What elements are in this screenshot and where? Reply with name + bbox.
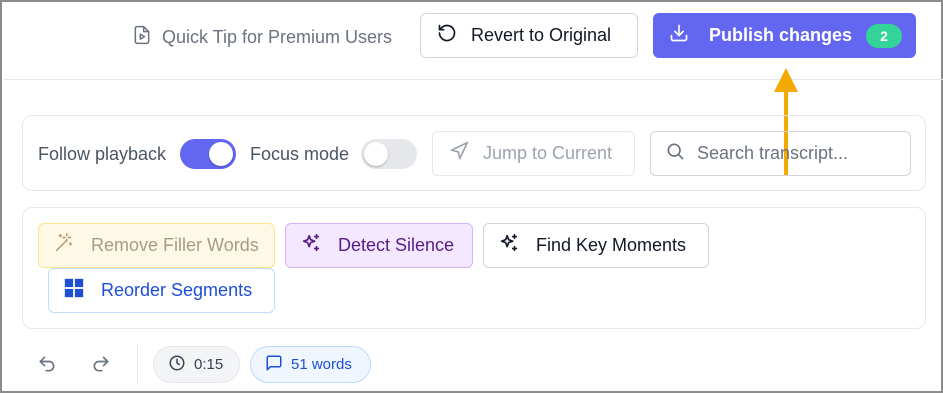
find-key-moments-button[interactable]: Find Key Moments: [483, 223, 709, 268]
navigation-icon: [449, 141, 469, 166]
undo-icon[interactable]: [37, 354, 57, 374]
word-count-pill: 51 words: [250, 346, 371, 383]
file-play-icon: [132, 25, 152, 50]
changes-count-badge: 2: [866, 24, 902, 48]
clock-icon: [168, 354, 186, 376]
reorder-segments-label: Reorder Segments: [101, 280, 253, 300]
search-input[interactable]: [697, 143, 897, 164]
message-icon: [265, 354, 283, 376]
sparkles-icon: [498, 232, 520, 259]
detect-silence-button[interactable]: Detect Silence: [285, 223, 473, 268]
follow-playback-toggle[interactable]: [180, 139, 236, 169]
reorder-segments-button[interactable]: Reorder Segments: [48, 268, 275, 313]
toggle-knob: [364, 142, 388, 166]
find-key-moments-label: Find Key Moments: [536, 235, 687, 255]
sparkles-icon: [300, 232, 322, 259]
app-window: Quick Tip for Premium Users Revert to Or…: [0, 0, 943, 393]
toggle-knob: [209, 142, 233, 166]
quick-tip-label: Quick Tip for Premium Users: [162, 26, 393, 47]
rotate-ccw-icon: [437, 23, 457, 48]
jump-to-current-button[interactable]: Jump to Current: [432, 131, 635, 176]
download-icon: [669, 23, 689, 48]
grid-icon: [63, 277, 85, 304]
follow-playback-label: Follow playback: [38, 144, 167, 164]
search-transcript-field[interactable]: [650, 131, 911, 176]
duration-pill: 0:15: [153, 346, 240, 383]
redo-icon[interactable]: [91, 354, 111, 374]
duration-value: 0:15: [194, 356, 224, 373]
revert-button[interactable]: Revert to Original: [420, 13, 638, 58]
remove-filler-words-button[interactable]: Remove Filler Words: [38, 223, 275, 268]
quick-tip-link[interactable]: Quick Tip for Premium Users: [132, 24, 392, 50]
jump-label: Jump to Current: [483, 143, 613, 163]
word-count-value: 51 words: [291, 356, 352, 373]
magic-wand-icon: [53, 232, 75, 259]
revert-label: Revert to Original: [471, 25, 612, 45]
footer-divider: [137, 344, 138, 384]
detect-silence-label: Detect Silence: [338, 235, 455, 255]
publish-button[interactable]: Publish changes 2: [653, 13, 916, 58]
focus-mode-toggle[interactable]: [361, 139, 417, 169]
remove-filler-label: Remove Filler Words: [91, 235, 259, 255]
publish-label: Publish changes: [709, 25, 853, 45]
focus-mode-label: Focus mode: [250, 144, 350, 164]
search-icon: [665, 141, 685, 166]
